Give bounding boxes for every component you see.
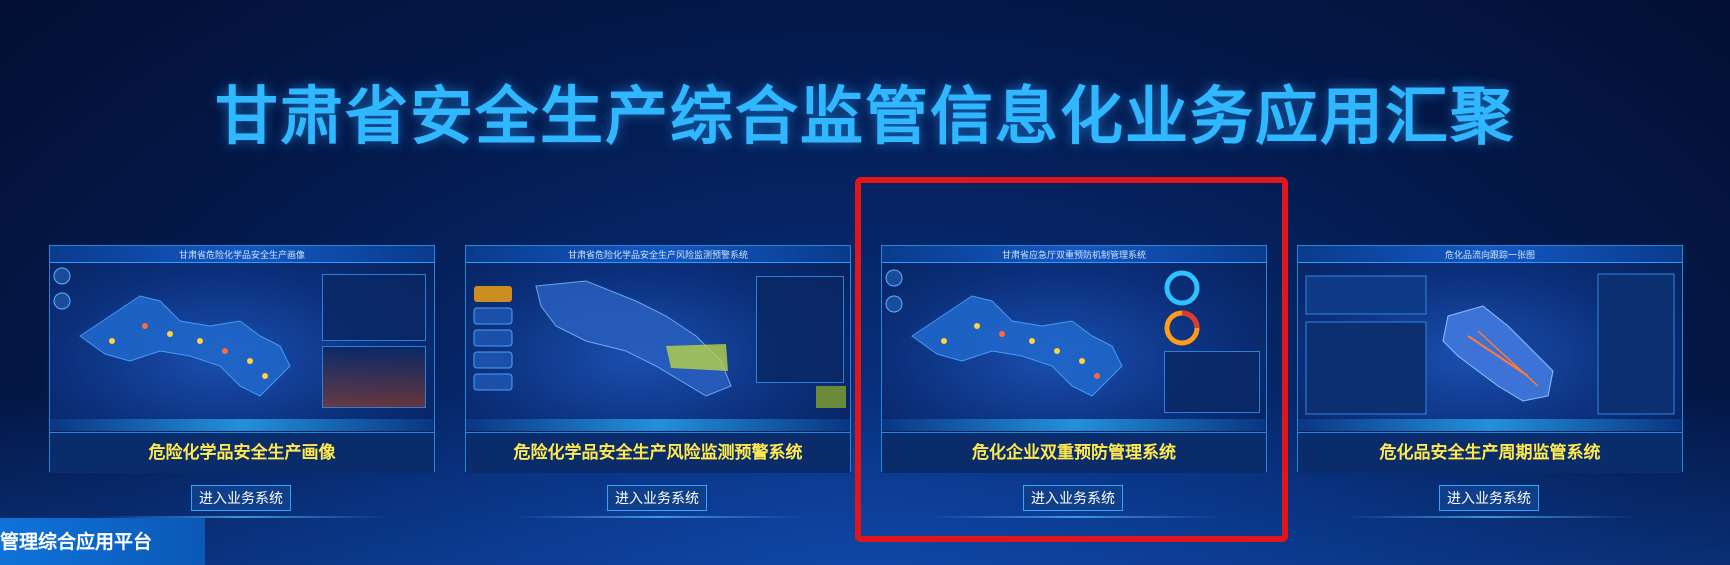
app-card-dual-prevention[interactable]: 甘肃省应急厅双重预防机制管理系统 危化企业双重预防管理系统 [881,245,1267,473]
button-underline [929,516,1219,518]
app-card-hazchem-portrait[interactable]: 甘肃省危险化学品安全生产画像 危险化学品安全生产画像 [49,245,435,473]
card-title: 危险化学品安全生产画像 [50,432,434,473]
card-title: 危险化学品安全生产风险监测预警系统 [466,432,850,473]
enter-system-button-3[interactable]: 进入业务系统 [1023,485,1123,511]
platform-tab-label: 管理综合应用平台 [0,531,153,553]
enter-system-button-4[interactable]: 进入业务系统 [1439,485,1539,511]
card-title: 危化品安全生产周期监管系统 [1298,432,1682,473]
card-thumbnail: 甘肃省危险化学品安全生产风险监测预警系统 [466,246,850,431]
platform-tab[interactable]: 管理综合应用平台 [0,518,205,565]
app-card-hazchem-risk-warning[interactable]: 甘肃省危险化学品安全生产风险监测预警系统 危险化学品安全生产风险监测预警系统 [465,245,851,473]
card-thumbnail: 甘肃省应急厅双重预防机制管理系统 [882,246,1266,431]
alert-list-panel [756,276,844,383]
thumb-footer [1298,419,1682,431]
warning-list-panel [1164,351,1260,413]
enter-system-button-2[interactable]: 进入业务系统 [607,485,707,511]
card-thumbnail: 危化品流向跟踪一张图 [1298,246,1682,431]
button-underline [513,516,803,518]
thumb-footer [882,419,1266,431]
enter-system-button-1[interactable]: 进入业务系统 [191,485,291,511]
thumb-footer [50,419,434,431]
button-underline [1345,516,1635,518]
gansu-map-icon [1305,273,1675,415]
trend-panel [322,346,426,408]
page-title: 甘肃省安全生产综合监管信息化业务应用汇聚 [215,80,1515,153]
card-title: 危化企业双重预防管理系统 [882,432,1266,473]
stats-panel [322,274,426,341]
card-thumbnail: 甘肃省危险化学品安全生产画像 [50,246,434,431]
thumb-footer [466,419,850,431]
app-card-hazchem-lifecycle[interactable]: 危化品流向跟踪一张图 危化品安全生产周期监管系统 [1297,245,1683,473]
